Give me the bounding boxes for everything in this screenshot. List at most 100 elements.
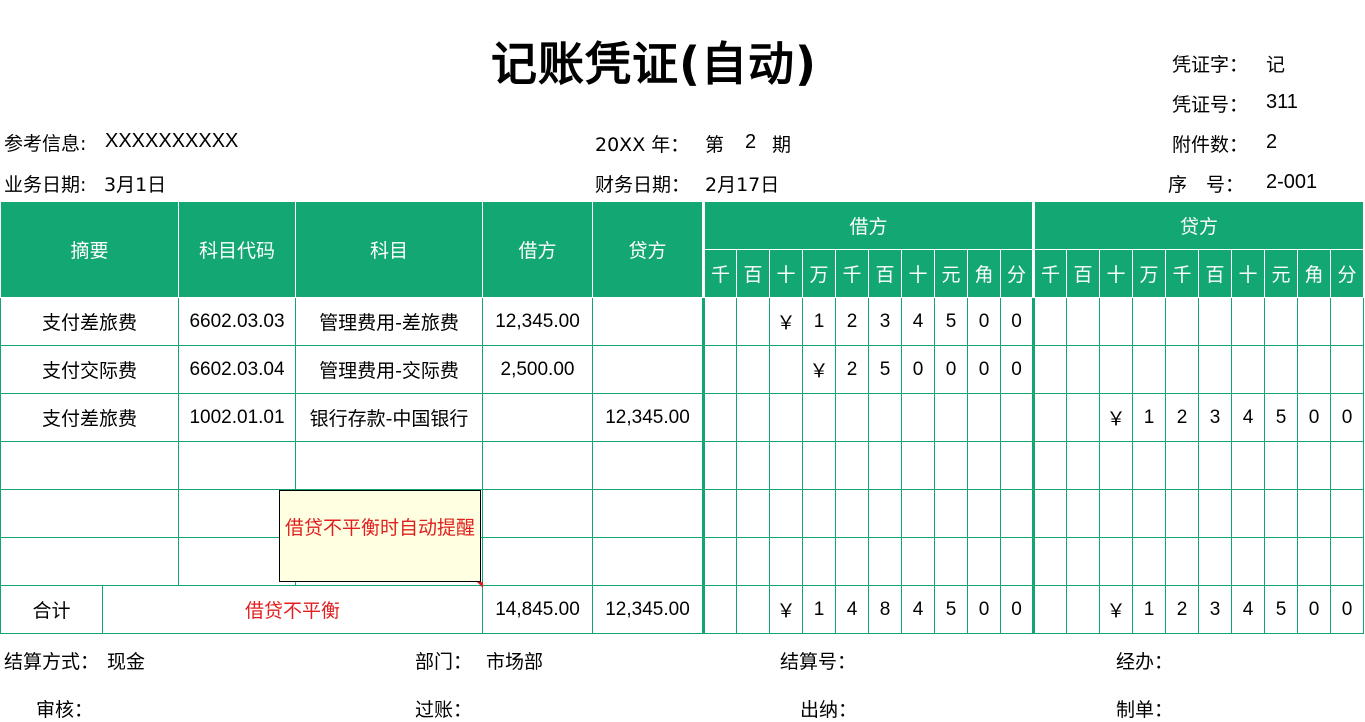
- header-credit: 贷方: [592, 201, 704, 298]
- posting-label: 过账：: [415, 699, 473, 721]
- row-summary[interactable]: [0, 537, 179, 586]
- dept-label: 部门：: [415, 651, 473, 673]
- debit-digit-cell: 5: [934, 585, 968, 634]
- unit-header: 角: [967, 249, 1001, 298]
- credit-digit-cell: [1032, 537, 1067, 586]
- debit-digit-cell: [736, 393, 770, 442]
- credit-digit-cell: [1330, 297, 1364, 346]
- debit-digit-cell: [967, 393, 1001, 442]
- debit-digit-cell: [934, 537, 968, 586]
- credit-digit-cell: 1: [1132, 393, 1166, 442]
- dept-value: 市场部: [486, 651, 544, 673]
- row-debit-amount[interactable]: 12,345.00: [482, 297, 593, 346]
- debit-digit-cell: 1: [802, 297, 836, 346]
- debit-digit-cell: [702, 297, 737, 346]
- seq-value: 2-001: [1266, 171, 1318, 193]
- row-summary[interactable]: 支付差旅费: [0, 393, 179, 442]
- debit-digit-cell: [702, 441, 737, 490]
- credit-digit-cell: [1198, 537, 1232, 586]
- row-credit-amount[interactable]: 12,345.00: [592, 393, 704, 442]
- row-subject[interactable]: 银行存款-中国银行: [295, 393, 483, 442]
- table-row: 支付交际费 6602.03.04 管理费用-交际费 2,500.00 ￥ 2 5 0 0 0 0: [0, 345, 1364, 394]
- row-subject-code[interactable]: 6602.03.03: [178, 297, 296, 346]
- row-debit-amount[interactable]: [482, 489, 593, 538]
- debit-digit-cell: [769, 393, 803, 442]
- seq-label: 序 号：: [1168, 174, 1245, 196]
- debit-digit-cell: [901, 537, 935, 586]
- credit-digit-cell: [1099, 441, 1133, 490]
- row-subject[interactable]: [295, 441, 483, 490]
- settle-no-label: 结算号：: [780, 651, 857, 673]
- row-credit-amount[interactable]: [592, 537, 704, 586]
- row-subject-code[interactable]: 1002.01.01: [178, 393, 296, 442]
- row-subject-code[interactable]: [178, 489, 296, 538]
- debit-digit-cell: [934, 393, 968, 442]
- row-subject[interactable]: 管理费用-差旅费: [295, 297, 483, 346]
- debit-digit-cell: [868, 393, 902, 442]
- row-debit-amount[interactable]: 2,500.00: [482, 345, 593, 394]
- row-debit-amount[interactable]: [482, 537, 593, 586]
- credit-digit-cell: [1330, 489, 1364, 538]
- unit-header: 元: [934, 249, 968, 298]
- debit-digit-cell: 5: [934, 297, 968, 346]
- credit-digit-cell: 3: [1198, 585, 1232, 634]
- credit-digit-cell: 5: [1264, 393, 1298, 442]
- credit-digit-cell: [1066, 345, 1100, 394]
- debit-digit-cell: [934, 441, 968, 490]
- row-credit-amount[interactable]: [592, 489, 704, 538]
- unit-header: 万: [802, 249, 836, 298]
- row-subject-code[interactable]: [178, 537, 296, 586]
- row-credit-amount[interactable]: [592, 297, 704, 346]
- credit-digit-cell: [1066, 489, 1100, 538]
- credit-digit-cell: [1032, 585, 1067, 634]
- cashier-label: 出纳：: [800, 699, 858, 721]
- row-debit-amount[interactable]: [482, 393, 593, 442]
- debit-digit-cell: 4: [901, 297, 935, 346]
- credit-digit-cell: [1132, 345, 1166, 394]
- header-subject: 科目: [295, 201, 483, 298]
- voucher-title: 记账凭证(自动): [491, 37, 818, 91]
- debit-digit-cell: 2: [835, 297, 869, 346]
- voucher-table: 摘要 科目代码 科目 借方 贷方 借方 贷方 千 百 十 万 千 百 十 元 角…: [0, 201, 1364, 634]
- period-prefix: 第: [705, 134, 725, 156]
- debit-digit-cell: 0: [901, 345, 935, 394]
- unit-header: 千: [835, 249, 869, 298]
- debit-digit-cell: [702, 537, 737, 586]
- debit-digit-cell: 0: [934, 345, 968, 394]
- row-credit-amount[interactable]: [592, 345, 704, 394]
- unit-header: 百: [868, 249, 902, 298]
- settle-method-label: 结算方式：: [4, 651, 100, 673]
- header-summary: 摘要: [0, 201, 179, 298]
- voucher-no-value: 311: [1266, 91, 1298, 113]
- row-summary[interactable]: [0, 489, 179, 538]
- row-subject[interactable]: 管理费用-交际费: [295, 345, 483, 394]
- debit-digit-cell: [967, 489, 1001, 538]
- debit-digit-cell: ￥: [769, 297, 803, 346]
- credit-digit-cell: 0: [1330, 393, 1364, 442]
- debit-digit-cell: [769, 345, 803, 394]
- row-summary[interactable]: 支付交际费: [0, 345, 179, 394]
- credit-digit-cell: [1297, 441, 1331, 490]
- credit-digit-cell: [1330, 345, 1364, 394]
- row-debit-amount[interactable]: [482, 441, 593, 490]
- credit-digit-cell: [1165, 297, 1199, 346]
- debit-digit-cell: [802, 489, 836, 538]
- unit-header: 万: [1132, 249, 1166, 298]
- unit-header: 元: [1264, 249, 1298, 298]
- debit-digit-cell: 0: [967, 585, 1001, 634]
- credit-digit-cell: [1264, 537, 1298, 586]
- header-credit-group: 贷方: [1032, 201, 1364, 250]
- row-credit-amount[interactable]: [592, 441, 704, 490]
- comment-indicator-icon: [477, 582, 483, 588]
- credit-digit-cell: 4: [1231, 393, 1265, 442]
- debit-digit-cell: [835, 489, 869, 538]
- row-subject-code[interactable]: 6602.03.04: [178, 345, 296, 394]
- row-summary[interactable]: [0, 441, 179, 490]
- credit-digit-cell: [1032, 297, 1067, 346]
- credit-digit-cell: 0: [1330, 585, 1364, 634]
- row-summary[interactable]: 支付差旅费: [0, 297, 179, 346]
- credit-digit-cell: [1297, 489, 1331, 538]
- credit-digit-cell: [1066, 585, 1100, 634]
- row-subject-code[interactable]: [178, 441, 296, 490]
- debit-digit-cell: [736, 537, 770, 586]
